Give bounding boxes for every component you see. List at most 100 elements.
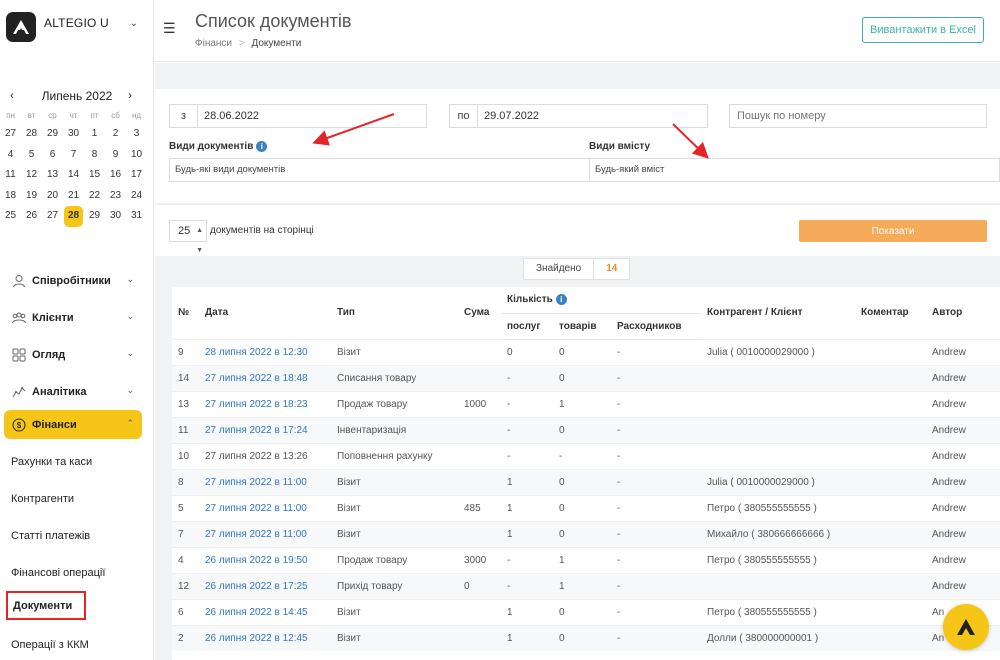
search-number-input[interactable] [729,104,987,128]
row-date-link[interactable]: 26 липня 2022 в 14:45 [199,598,331,625]
calendar-day[interactable]: 11 [0,165,21,186]
doc-types-label: Види документів i [169,141,268,152]
col-type: Тип [337,307,355,319]
calendar-day[interactable]: 26 [21,206,42,227]
calendar-day[interactable]: 12 [21,165,42,186]
nav-sub-accounts[interactable]: Рахунки та каси [0,443,154,480]
row-counterparty: Петро ( 380555555555 ) [701,598,855,625]
row-date-link[interactable]: 27 липня 2022 в 11:00 [199,468,331,495]
calendar-day[interactable]: 29 [42,124,63,145]
chevron-down-icon: ⌄ [126,274,134,284]
calendar-day[interactable]: 24 [126,186,147,207]
row-author: Andrew [926,338,1000,365]
nav-finances[interactable]: $ Фінанси ⌃ [4,410,142,439]
row-sum [458,468,501,495]
calendar-day[interactable]: 27 [42,206,63,227]
export-excel-button[interactable]: Вивантажити в Excel [862,17,984,43]
calendar-day[interactable]: 15 [84,165,105,186]
row-date-link[interactable]: 27 липня 2022 в 17:24 [199,416,331,443]
col-date: Дата [205,307,229,319]
weekday-label: пн [6,111,15,120]
row-consumables: - [611,468,701,495]
next-month-icon[interactable]: › [128,88,132,102]
calendar-day[interactable]: 27 [0,124,21,145]
calendar-days: 27 28 29 30 1 2 3 4 5 6 7 8 9 10 11 12 13 14 15 16 17 18 19 20 2… [0,124,154,227]
date-to-prefix: по [450,105,478,127]
nav-overview[interactable]: Огляд ⌄ [0,336,154,373]
calendar-day[interactable]: 29 [84,206,105,227]
support-chat-button[interactable] [943,604,989,650]
row-date-link[interactable]: 27 липня 2022 в 11:00 [199,494,331,521]
row-counterparty [701,572,855,599]
row-author: Andrew [926,390,1000,417]
date-from-field[interactable]: з 28.06.2022 [169,104,427,128]
chevron-down-icon[interactable]: ⌄ [130,18,138,29]
row-type: Інвентаризація [331,416,458,443]
info-icon[interactable]: i [555,294,567,306]
calendar-day[interactable]: 23 [105,186,126,207]
row-date-link[interactable]: 26 липня 2022 в 19:50 [199,546,331,573]
doc-types-select[interactable]: Будь-які види документів [169,158,590,182]
calendar-day[interactable]: 2 [105,124,126,145]
breadcrumb-finances[interactable]: Фінанси [195,38,232,49]
calendar-day[interactable]: 25 [0,206,21,227]
row-date-link[interactable]: 27 липня 2022 в 11:00 [199,520,331,547]
nav-sub-counterparties[interactable]: Контрагенти [0,480,154,517]
calendar-day[interactable]: 13 [42,165,63,186]
nav-sub-payment-items[interactable]: Статті платежів [0,517,154,554]
calendar-day[interactable]: 7 [63,145,84,166]
documents-table: № Дата Тип Сума Кількість i Контрагент / … [172,287,1000,660]
calendar-day[interactable]: 1 [84,124,105,145]
calendar-day[interactable]: 3 [126,124,147,145]
row-comment [855,572,926,599]
users-icon [12,312,26,323]
date-from-value: 28.06.2022 [204,110,260,122]
weekday-label: ср [48,111,57,120]
date-to-value: 29.07.2022 [484,110,540,122]
calendar-day[interactable]: 18 [0,186,21,207]
calendar-day[interactable]: 19 [21,186,42,207]
brand-switcher[interactable]: ALTEGIO U ⌄ [6,12,148,46]
nav-analytics[interactable]: Аналітика ⌄ [0,373,154,410]
nav-sub-financial-operations[interactable]: Фінансові операції [0,554,154,591]
show-button[interactable]: Показати [799,220,987,242]
calendar-day[interactable]: 4 [0,145,21,166]
row-date-link[interactable]: 26 липня 2022 в 12:45 [199,624,331,651]
calendar-day[interactable]: 21 [63,186,84,207]
row-services: 0 [501,338,553,365]
row-date-link[interactable]: 28 липня 2022 в 12:30 [199,338,331,365]
svg-text:$: $ [17,421,22,430]
calendar-day[interactable]: 22 [84,186,105,207]
calendar-day[interactable]: 30 [105,206,126,227]
row-date-link[interactable]: 27 липня 2022 в 18:23 [199,390,331,417]
row-date-link[interactable]: 26 липня 2022 в 17:25 [199,572,331,599]
nav-sub-documents[interactable]: Документи [6,591,86,620]
nav-sub-kkm-operations[interactable]: Операції з ККМ [0,626,154,660]
calendar-day[interactable]: 28 [21,124,42,145]
mini-calendar: ‹ Липень 2022 › пн вт ср чт пт сб нд 27 28 29 30 1… [0,86,154,227]
menu-icon[interactable]: ☰ [163,20,176,37]
calendar-day[interactable]: 5 [21,145,42,166]
row-no: 7 [172,520,199,547]
col-counterparty: Контрагент / Клієнт [707,307,803,319]
calendar-day[interactable]: 16 [105,165,126,186]
calendar-day[interactable]: 10 [126,145,147,166]
calendar-day[interactable]: 31 [126,206,147,227]
calendar-day[interactable]: 9 [105,145,126,166]
calendar-day[interactable]: 6 [42,145,63,166]
calendar-day[interactable]: 20 [42,186,63,207]
per-page-select[interactable]: 25 ▲ ▼ [169,220,207,254]
date-to-field[interactable]: по 29.07.2022 [449,104,708,128]
nav-employees[interactable]: Співробітники ⌄ [0,262,154,299]
calendar-day[interactable]: 17 [126,165,147,186]
nav-clients[interactable]: Клієнти ⌄ [0,299,154,336]
calendar-day[interactable]: 30 [63,124,84,145]
content-types-select[interactable]: Будь-який вміст [589,158,1000,182]
calendar-day-selected[interactable]: 28 [64,206,83,227]
calendar-day[interactable]: 14 [63,165,84,186]
row-counterparty: Julia ( 0010000029000 ) [701,468,855,495]
info-icon[interactable]: i [256,141,268,152]
calendar-day[interactable]: 8 [84,145,105,166]
row-date-link[interactable]: 27 липня 2022 в 18:48 [199,364,331,391]
grid-icon [12,348,26,361]
